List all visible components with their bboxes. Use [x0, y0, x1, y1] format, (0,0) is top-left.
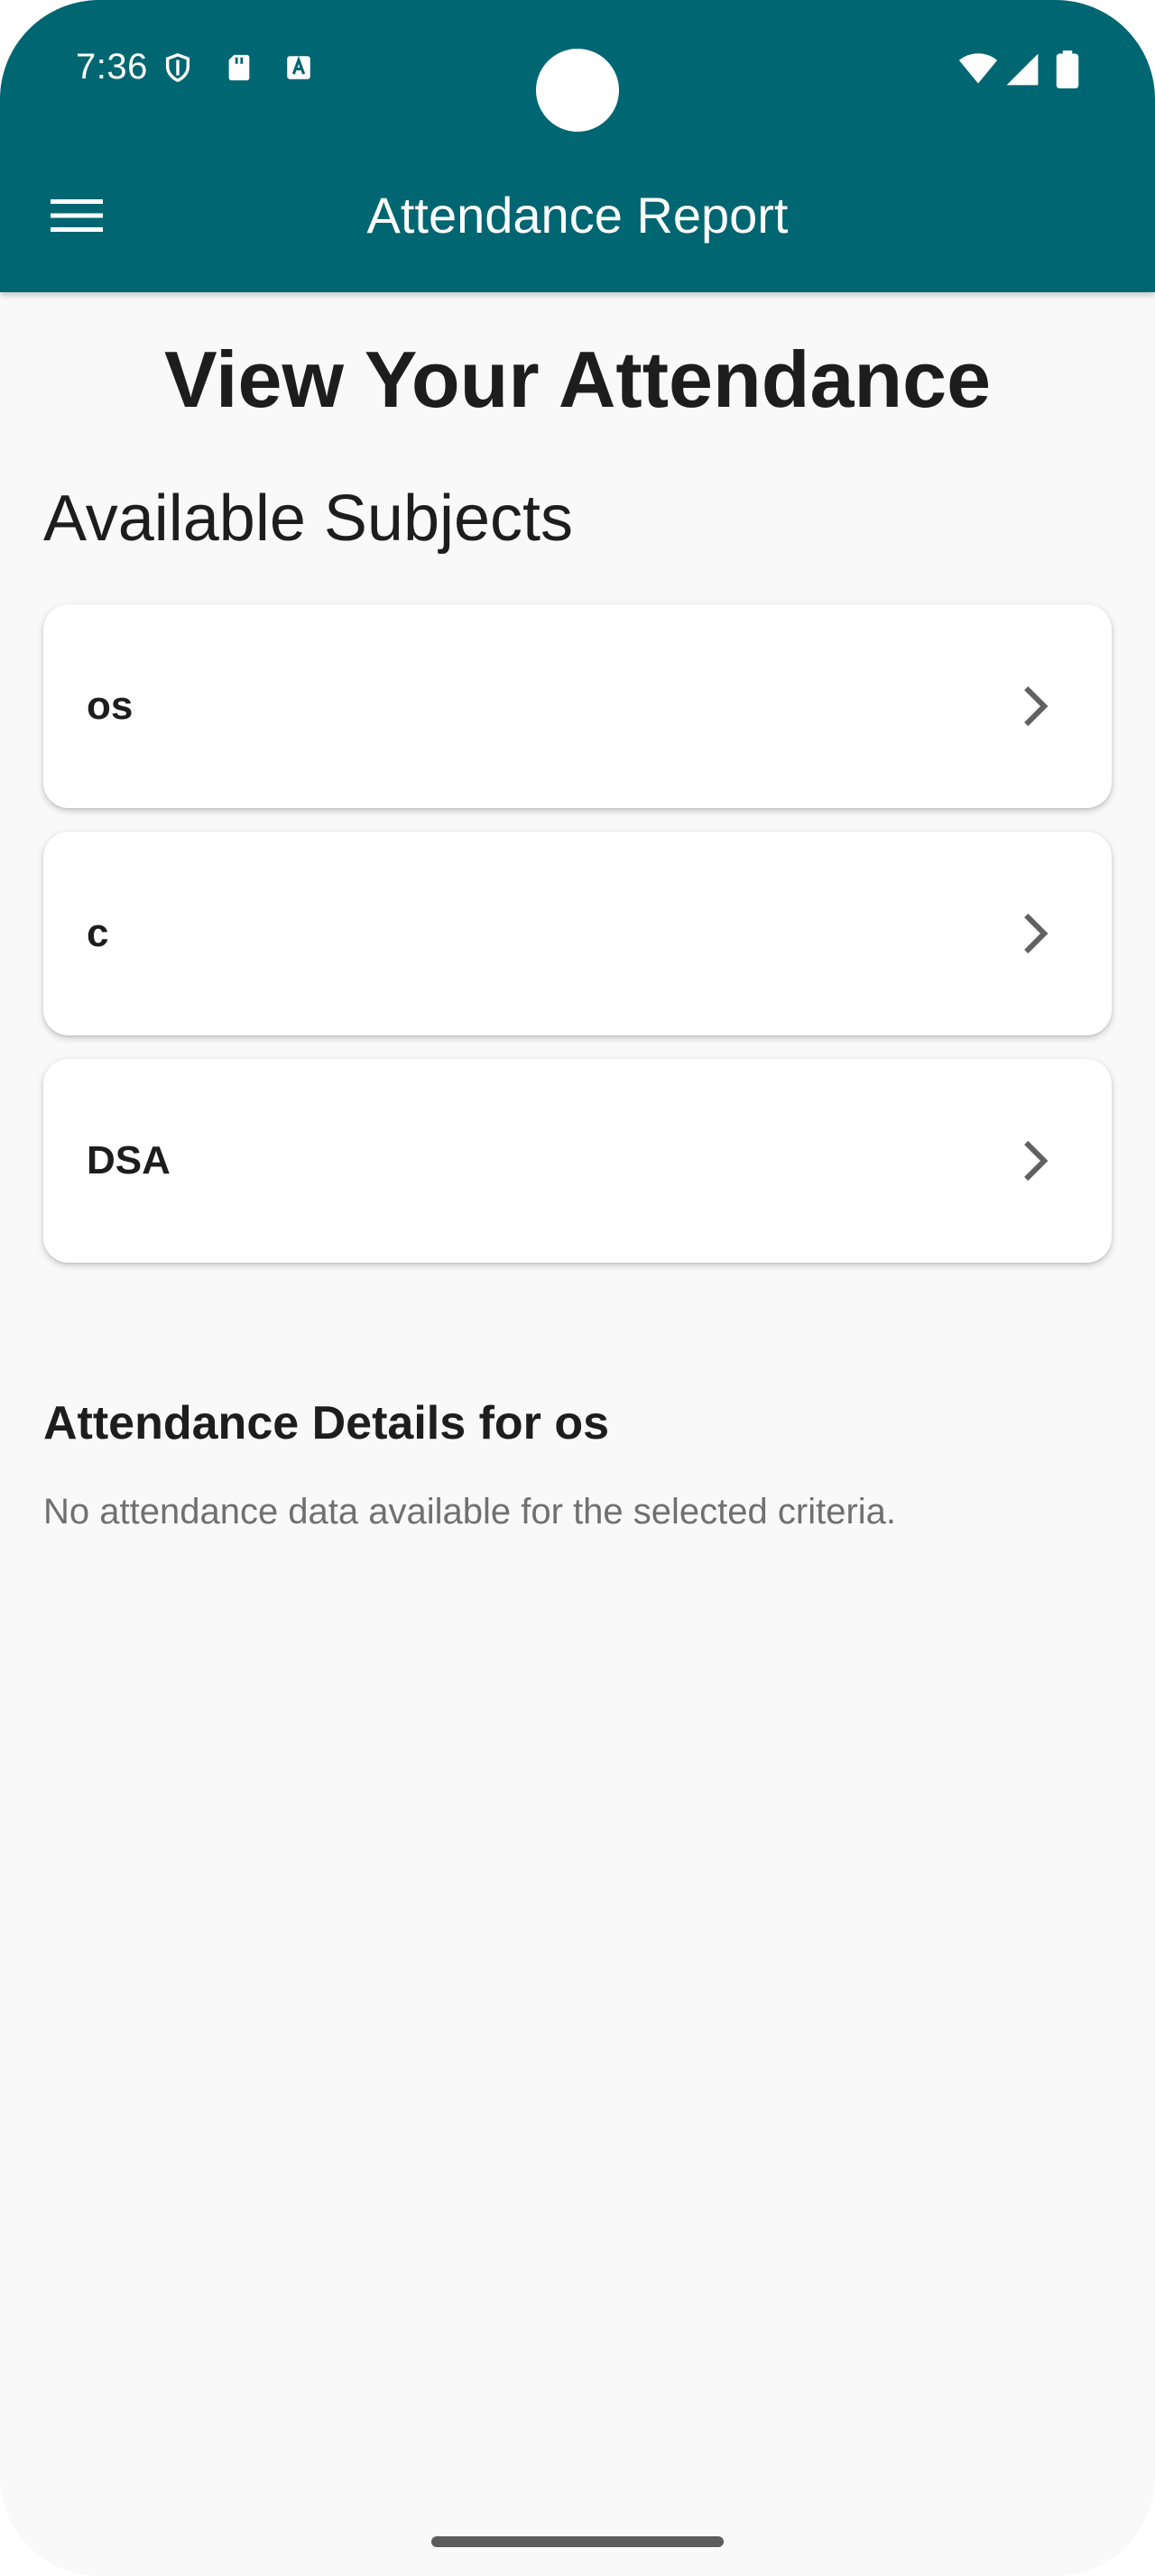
app-bar-title: Attendance Report [366, 187, 789, 244]
chevron-right-icon [1007, 906, 1061, 961]
font-download-icon [283, 52, 314, 83]
chevron-right-icon [1007, 1134, 1061, 1188]
subject-label: DSA [87, 1138, 171, 1182]
page-title: View Your Attendance [163, 335, 992, 424]
wifi-icon [958, 51, 998, 87]
status-time: 7:36 [76, 47, 148, 87]
subject-label: os [87, 684, 134, 728]
subject-label: c [87, 911, 109, 955]
battery-icon [1056, 51, 1079, 88]
attendance-details-heading: Attendance Details for os [43, 1397, 610, 1449]
subject-item-os[interactable]: os [43, 604, 1112, 808]
subject-item-dsa[interactable]: DSA [43, 1059, 1112, 1263]
home-indicator[interactable] [431, 2536, 724, 2547]
chevron-right-icon [1007, 679, 1061, 733]
phone-screen: 7:36 Attendance Report View Your Attenda… [0, 0, 1155, 2576]
sd-card-icon [224, 52, 254, 83]
top-app-bar: 7:36 Attendance Report [0, 0, 1155, 292]
camera-cutout [536, 49, 619, 132]
subject-item-c[interactable]: c [43, 832, 1112, 1035]
subject-list: os c DSA [43, 604, 1112, 1286]
empty-state-message: No attendance data available for the sel… [43, 1492, 897, 1532]
signal-icon [1005, 52, 1040, 87]
shield-icon [162, 52, 193, 83]
subjects-heading: Available Subjects [43, 483, 574, 555]
